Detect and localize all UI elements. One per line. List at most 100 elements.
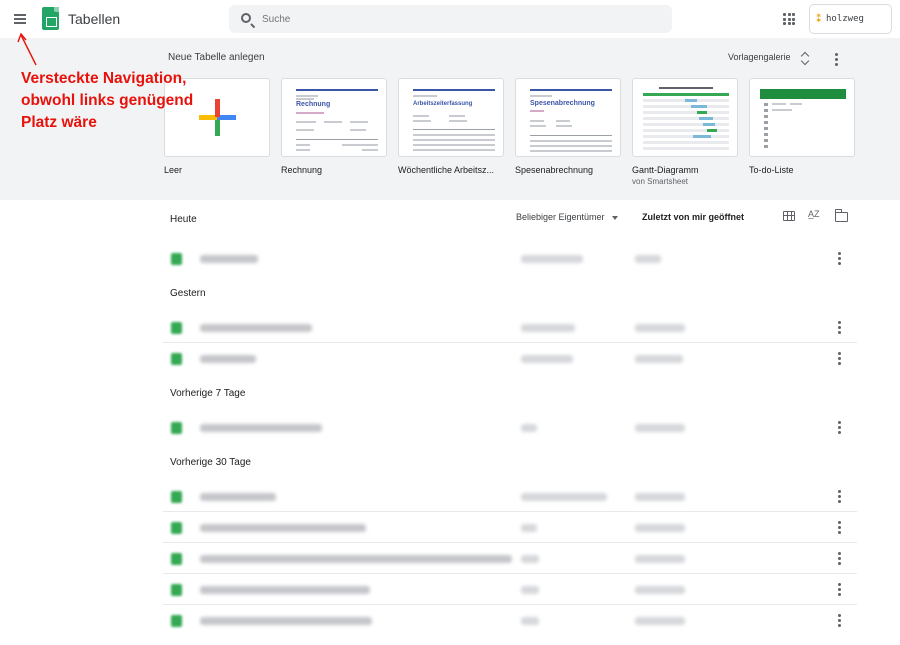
date-blurred: [635, 617, 685, 625]
owner-blurred: [521, 586, 539, 594]
annotation-arrow-icon: [17, 32, 37, 66]
holzweg-logo-icon: ⁑: [816, 13, 822, 25]
owner-blurred: [521, 617, 539, 625]
sheets-file-icon: [171, 584, 182, 596]
file-name-blurred: [200, 324, 312, 332]
sheets-file-icon: [171, 253, 182, 265]
file-row[interactable]: [163, 482, 857, 512]
date-blurred: [635, 324, 685, 332]
date-blurred: [635, 255, 661, 263]
apps-grid-icon[interactable]: [783, 13, 795, 25]
file-more-icon[interactable]: [837, 321, 841, 335]
sheets-file-icon: [171, 353, 182, 365]
file-row[interactable]: [163, 606, 857, 636]
file-row[interactable]: [163, 344, 857, 374]
template-expense-report[interactable]: Spesenabrechnung Spesenabrechnung: [515, 78, 621, 175]
owner-blurred: [521, 524, 537, 532]
search-bar[interactable]: [229, 5, 672, 33]
owner-blurred: [521, 493, 607, 501]
template-author: von Smartsheet: [632, 177, 689, 186]
caret-down-icon[interactable]: [612, 216, 618, 220]
thumb-heading: Arbeitszeiterfassung: [413, 101, 473, 107]
template-thumbnail[interactable]: Rechnung: [281, 78, 387, 157]
gallery-title: Neue Tabelle anlegen: [168, 52, 265, 63]
annotation-line: Versteckte Navigation,: [21, 70, 187, 87]
template-name: Wöchentliche Arbeitsz...: [398, 165, 495, 175]
account-button[interactable]: ⁑ holzweg: [809, 4, 892, 34]
file-row[interactable]: [163, 513, 857, 543]
search-input[interactable]: [262, 9, 662, 29]
gallery-more-icon[interactable]: [834, 53, 838, 67]
sort-order-button[interactable]: Zuletzt von mir geöffnet: [642, 212, 744, 222]
owner-blurred: [521, 424, 537, 432]
search-icon[interactable]: [241, 13, 251, 23]
date-blurred: [635, 424, 685, 432]
file-name-blurred: [200, 586, 370, 594]
file-more-icon[interactable]: [837, 552, 841, 566]
sheets-file-icon: [171, 522, 182, 534]
file-row[interactable]: [163, 575, 857, 605]
file-name-blurred: [200, 524, 366, 532]
owner-blurred: [521, 255, 583, 263]
template-thumbnail[interactable]: [749, 78, 855, 157]
annotation-callout: Versteckte Navigation, obwohl links genü…: [21, 68, 193, 134]
file-row[interactable]: [163, 544, 857, 574]
grid-view-icon[interactable]: [783, 211, 795, 221]
annotation-line: Platz wäre: [21, 114, 97, 131]
file-name-blurred: [200, 617, 372, 625]
owner-blurred: [521, 355, 573, 363]
folder-picker-icon[interactable]: [834, 209, 848, 222]
template-gallery-link[interactable]: Vorlagengalerie: [728, 52, 791, 62]
app-title[interactable]: Tabellen: [68, 11, 120, 27]
file-row[interactable]: [163, 313, 857, 343]
sheets-file-icon: [171, 422, 182, 434]
top-app-bar: Tabellen ⁑ holzweg: [0, 0, 900, 38]
file-name-blurred: [200, 555, 512, 563]
sheets-file-icon: [171, 553, 182, 565]
sheets-file-icon: [171, 491, 182, 503]
template-todo-list[interactable]: To-do-Liste: [749, 78, 855, 175]
section-yesterday: Gestern: [170, 288, 206, 299]
date-blurred: [635, 355, 683, 363]
file-row[interactable]: [163, 244, 857, 274]
template-thumbnail[interactable]: Spesenabrechnung: [515, 78, 621, 157]
sort-az-icon[interactable]: A̲Z: [808, 209, 820, 219]
template-thumbnail[interactable]: [632, 78, 738, 157]
file-name-blurred: [200, 255, 258, 263]
owner-filter-dropdown[interactable]: Beliebiger Eigentümer: [516, 212, 605, 222]
template-name: To-do-Liste: [749, 165, 794, 175]
sheets-file-icon: [171, 322, 182, 334]
file-name-blurred: [200, 493, 276, 501]
section-today: Heute: [170, 214, 197, 225]
template-invoice[interactable]: Rechnung Rechnung: [281, 78, 387, 175]
file-more-icon[interactable]: [837, 614, 841, 628]
file-row[interactable]: [163, 413, 857, 443]
file-name-blurred: [200, 424, 322, 432]
file-more-icon[interactable]: [837, 352, 841, 366]
file-more-icon[interactable]: [837, 583, 841, 597]
template-name: Gantt-Diagramm: [632, 165, 699, 175]
template-name: Spesenabrechnung: [515, 165, 594, 175]
sheets-logo-icon[interactable]: [42, 7, 59, 30]
account-name: holzweg: [826, 14, 864, 24]
template-gantt-chart[interactable]: Gantt-Diagramm von Smartsheet: [632, 78, 738, 186]
date-blurred: [635, 493, 685, 501]
owner-blurred: [521, 324, 575, 332]
file-more-icon[interactable]: [837, 421, 841, 435]
file-more-icon[interactable]: [837, 252, 841, 266]
file-name-blurred: [200, 355, 256, 363]
template-name: Rechnung: [281, 165, 323, 175]
template-name: Leer: [164, 165, 183, 175]
file-more-icon[interactable]: [837, 490, 841, 504]
template-thumbnail[interactable]: Arbeitszeiterfassung: [398, 78, 504, 157]
plus-icon: [199, 99, 236, 136]
section-previous-7-days: Vorherige 7 Tage: [170, 388, 246, 399]
file-more-icon[interactable]: [837, 521, 841, 535]
section-previous-30-days: Vorherige 30 Tage: [170, 457, 251, 468]
expand-collapse-icon[interactable]: [800, 50, 810, 66]
main-menu-icon[interactable]: [11, 11, 31, 27]
date-blurred: [635, 586, 685, 594]
owner-blurred: [521, 555, 539, 563]
template-weekly-timesheet[interactable]: Arbeitszeiterfassung Wöchentliche Arbeit…: [398, 78, 504, 175]
thumb-heading: Spesenabrechnung: [530, 100, 595, 107]
